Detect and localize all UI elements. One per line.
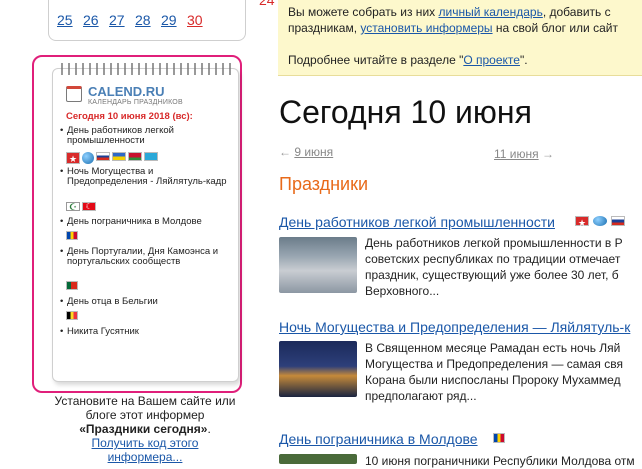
prev-day-link[interactable]: 9 июня [294, 145, 333, 159]
description-line: Могущества и Предопределения — самая свя [365, 357, 623, 371]
next-day-nav[interactable]: 11 июня → [494, 147, 554, 161]
holiday-title-link[interactable]: Ночь Могущества и Предопределения — Ляйл… [279, 319, 630, 335]
holiday-flags [493, 433, 505, 443]
widget-item-flags [66, 281, 78, 290]
holiday-thumbnail[interactable] [279, 341, 357, 397]
section-title: Праздники [279, 174, 369, 194]
globe-icon [82, 152, 94, 164]
description-line: В Священном месяце Рамадан есть ночь Ляй [365, 341, 621, 355]
widget-holiday-label: День Португалии, Дня Камоэнса и португал… [67, 246, 219, 267]
notice-text: ". [519, 53, 528, 67]
widget-holiday-item[interactable]: • День отца в Бельгии [60, 297, 236, 307]
belarus-flag-icon [128, 152, 142, 161]
holiday-description: 10 июня пограничники Республики Молдова … [365, 453, 635, 469]
widget-holiday-label: День работников легкой промышленности [67, 125, 174, 146]
page-title: Сегодня 10 июня [279, 94, 532, 130]
widget-date-header: Сегодня 10 июня 2018 (вс): [66, 111, 193, 122]
widget-holiday-item[interactable]: • Никита Гусятник [60, 327, 236, 337]
calendar-logo-icon [66, 86, 82, 102]
arrow-right-icon: → [541, 147, 554, 161]
holiday-description: День работников легкой промышленности в … [365, 235, 623, 299]
notice-line-1: Вы можете собрать из них личный календар… [288, 4, 611, 20]
calendar-day-30[interactable]: 30 [187, 12, 213, 28]
mini-calendar-week-row: 25 26 27 28 29 30 [57, 12, 213, 28]
widget-holiday-item[interactable]: • День пограничника в Молдове [60, 217, 236, 227]
holiday-thumbnail[interactable] [279, 454, 357, 464]
ukraine-flag-icon [112, 152, 126, 161]
bullet-icon: • [60, 125, 64, 136]
description-line: 10 июня пограничники Республики Молдова … [365, 454, 635, 468]
widget-holiday-label: День пограничника в Молдове [67, 216, 202, 227]
widget-holiday-item[interactable]: • Ночь Могущества и Предопределения - Ля… [60, 167, 236, 187]
widget-item-flags [66, 311, 78, 320]
bullet-icon: • [60, 216, 64, 227]
moldova-flag-icon [66, 231, 78, 240]
calendar-day-26[interactable]: 26 [83, 12, 109, 28]
description-line: Верховного... [365, 284, 440, 298]
bullet-icon: • [60, 326, 64, 337]
informer-name: «Праздники сегодня» [79, 422, 208, 436]
personal-calendar-link[interactable]: личный календарь [438, 5, 542, 19]
moldova-flag-icon [493, 433, 505, 443]
holiday-thumbnail[interactable] [279, 237, 357, 293]
description-line: советских республиках по традиции отмеча… [365, 252, 621, 266]
holiday-title-link[interactable]: День работников легкой промышленности [279, 214, 555, 230]
calendar-day-28[interactable]: 28 [135, 12, 161, 28]
kazakhstan-flag-icon [144, 152, 158, 161]
notice-line-3: Подробнее читайте в разделе "О проекте". [288, 52, 528, 68]
widget-holiday-label: Никита Гусятник [67, 326, 139, 337]
calendar-day-25[interactable]: 25 [57, 12, 83, 28]
widget-logo-subtitle: КАЛЕНДАРЬ ПРАЗДНИКОВ [88, 99, 183, 106]
get-code-link-continued[interactable]: информера... [108, 450, 183, 464]
get-code-link[interactable]: Получить код этого [92, 436, 199, 450]
calendar-day-29[interactable]: 29 [161, 12, 187, 28]
widget-logo[interactable]: CALEND.RU [88, 84, 165, 99]
holiday-description: В Священном месяце Рамадан есть ночь Ляй… [365, 340, 623, 404]
description-line: праздник, существующий уже более 30 лет,… [365, 268, 619, 282]
install-informers-link[interactable]: установить информеры [360, 21, 492, 35]
info-notice: Вы можете собрать из них личный календар… [278, 0, 642, 76]
description-line: Корана были ниспосланы Пророку Мухаммед [365, 373, 621, 387]
russia-flag-icon [96, 152, 110, 161]
widget-holiday-label: День отца в Бельгии [67, 296, 158, 307]
install-line-2: блоге этот информер [85, 408, 205, 422]
notice-text: Подробнее читайте в разделе " [288, 53, 464, 67]
red-star-flag-icon: ★ [575, 216, 589, 228]
about-project-link[interactable]: О проекте [463, 53, 520, 67]
next-day-link[interactable]: 11 июня [494, 147, 539, 161]
widget-item-flags: ☪ ☾ [66, 202, 96, 212]
description-line: предполагают ряд... [365, 389, 477, 403]
bullet-icon: • [60, 246, 64, 257]
notepad-spiral [56, 63, 236, 75]
notice-text: Вы можете собрать из них [288, 5, 436, 19]
widget-item-flags [66, 231, 78, 240]
widget-item-flags: ★ [66, 152, 158, 164]
holiday-flags: ★ [575, 216, 625, 228]
install-line-1: Установите на Вашем сайте или [54, 394, 236, 408]
islam-crescent-icon: ☪ [66, 202, 80, 212]
prev-day-nav[interactable]: ← 9 июня [279, 145, 333, 159]
install-informer-text: Установите на Вашем сайте или блоге этот… [40, 394, 250, 464]
notice-line-2: праздникам, установить информеры на свой… [288, 20, 618, 36]
calendar-day-27[interactable]: 27 [109, 12, 135, 28]
mini-calendar: 25 26 27 28 29 30 24 [48, 0, 275, 41]
belgium-flag-icon [66, 311, 78, 320]
bullet-icon: • [60, 296, 64, 307]
widget-holiday-label: Ночь Могущества и Предопределения - Ляйл… [67, 166, 227, 187]
turkey-flag-icon: ☾ [82, 202, 96, 211]
notice-text: праздникам, [288, 21, 358, 35]
arrow-left-icon: ← [279, 145, 291, 159]
globe-icon [593, 216, 607, 226]
notice-text: , добавить с [542, 5, 611, 19]
widget-holiday-item[interactable]: • День работников легкой промышленности [60, 126, 236, 146]
widget-holiday-item[interactable]: • День Португалии, Дня Камоэнса и португ… [60, 247, 236, 267]
description-line: День работников легкой промышленности в … [365, 236, 623, 250]
calendar-day-24-partial[interactable]: 24 [259, 0, 275, 8]
holiday-title-link[interactable]: День пограничника в Молдове [279, 431, 478, 447]
russia-flag-icon [611, 216, 625, 226]
red-star-flag-icon: ★ [66, 152, 80, 164]
bullet-icon: • [60, 166, 64, 177]
portugal-flag-icon [66, 281, 78, 290]
notice-text: на свой блог или сайт [495, 21, 618, 35]
